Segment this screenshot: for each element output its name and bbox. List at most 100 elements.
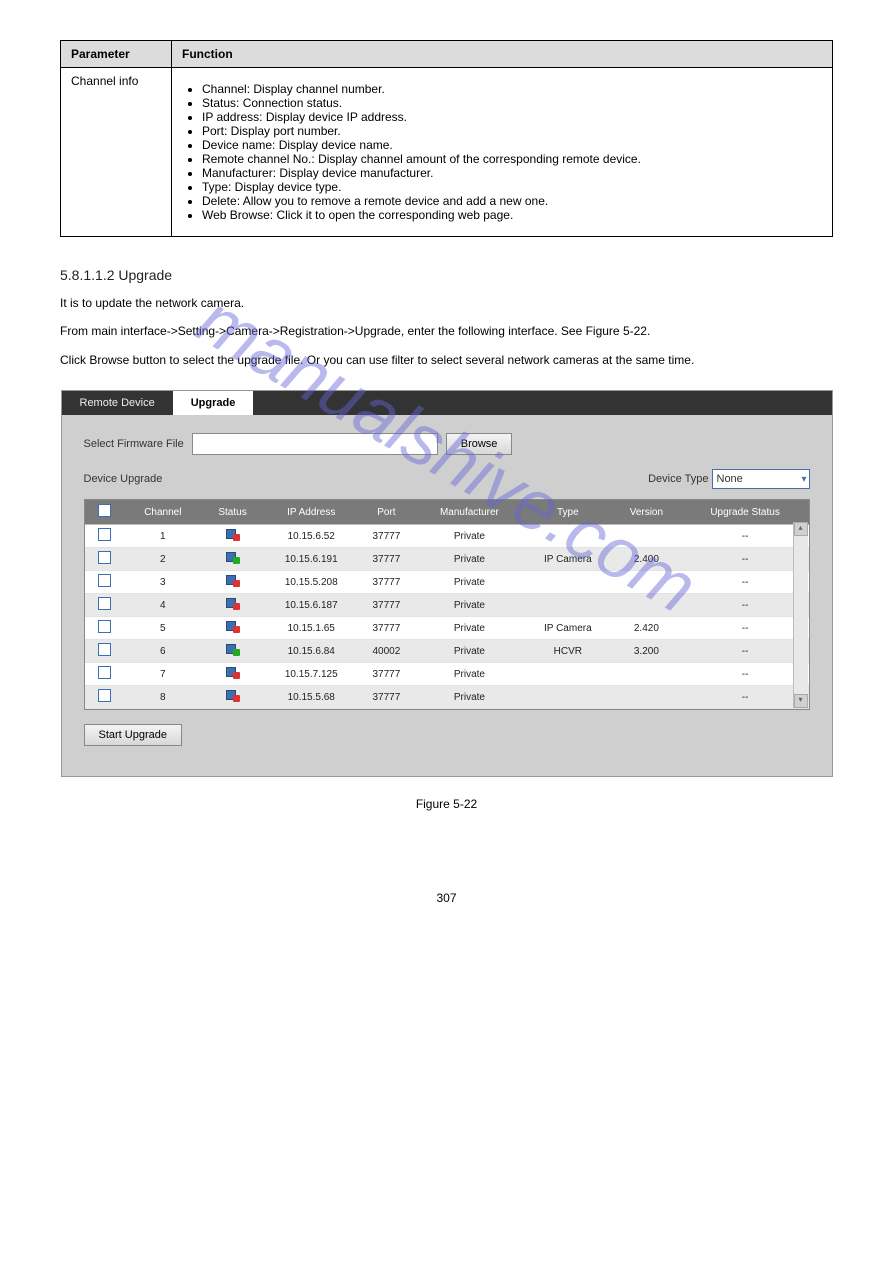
table-row: 410.15.6.18737777Private-- <box>85 594 809 617</box>
section-heading: 5.8.1.1.2 Upgrade <box>60 267 833 283</box>
cell-version <box>611 686 682 709</box>
browse-button[interactable]: Browse <box>446 433 513 455</box>
cell-type: IP Camera <box>525 548 612 571</box>
cell-port: 37777 <box>359 571 415 594</box>
cell-manufacturer: Private <box>414 617 524 640</box>
param-item: Remote channel No.: Display channel amou… <box>202 152 822 166</box>
table-row: 510.15.1.6537777PrivateIP Camera2.420-- <box>85 617 809 640</box>
param-item: IP address: Display device IP address. <box>202 110 822 124</box>
cell-type <box>525 525 612 548</box>
param-cell-desc: Channel: Display channel number. Status:… <box>172 68 833 237</box>
cell-manufacturer: Private <box>414 640 524 663</box>
cell-version: 2.400 <box>611 548 682 571</box>
status-icon <box>226 552 240 564</box>
cell-channel: 5 <box>125 617 202 640</box>
cell-upgrade-status: -- <box>682 548 809 571</box>
cell-version <box>611 594 682 617</box>
status-icon <box>226 644 240 656</box>
cell-upgrade-status: -- <box>682 525 809 548</box>
param-item: Status: Connection status. <box>202 96 822 110</box>
select-all-checkbox[interactable] <box>98 504 111 517</box>
row-checkbox[interactable] <box>98 551 111 564</box>
col-upgrade-status: Upgrade Status <box>682 500 809 525</box>
cell-channel: 6 <box>125 640 202 663</box>
param-item: Manufacturer: Display device manufacture… <box>202 166 822 180</box>
cell-status <box>201 663 264 686</box>
cell-upgrade-status: -- <box>682 640 809 663</box>
cell-port: 37777 <box>359 663 415 686</box>
param-item: Device name: Display device name. <box>202 138 822 152</box>
col-ipaddress: IP Address <box>264 500 359 525</box>
col-manufacturer: Manufacturer <box>414 500 524 525</box>
cell-manufacturer: Private <box>414 594 524 617</box>
scroll-up-icon[interactable]: ▴ <box>794 522 808 536</box>
cell-port: 37777 <box>359 686 415 709</box>
cell-upgrade-status: -- <box>682 663 809 686</box>
param-item: Type: Display device type. <box>202 180 822 194</box>
row-checkbox[interactable] <box>98 597 111 610</box>
select-firmware-label: Select Firmware File <box>84 438 184 450</box>
tab-bar: Remote Device Upgrade <box>62 391 832 415</box>
vertical-scrollbar[interactable]: ▴ ▾ <box>793 522 808 708</box>
row-checkbox[interactable] <box>98 620 111 633</box>
cell-ip: 10.15.5.208 <box>264 571 359 594</box>
cell-port: 37777 <box>359 594 415 617</box>
param-item: Port: Display port number. <box>202 124 822 138</box>
cell-type: IP Camera <box>525 617 612 640</box>
tab-remote-device[interactable]: Remote Device <box>62 391 173 415</box>
cell-ip: 10.15.6.84 <box>264 640 359 663</box>
device-type-select[interactable]: None ▾ <box>712 469 810 489</box>
row-checkbox[interactable] <box>98 666 111 679</box>
cell-type: HCVR <box>525 640 612 663</box>
cell-channel: 1 <box>125 525 202 548</box>
cell-upgrade-status: -- <box>682 571 809 594</box>
cell-ip: 10.15.1.65 <box>264 617 359 640</box>
cell-status <box>201 594 264 617</box>
chevron-down-icon: ▾ <box>801 474 806 485</box>
row-checkbox[interactable] <box>98 643 111 656</box>
device-upgrade-label: Device Upgrade <box>84 473 163 485</box>
status-icon <box>226 529 240 541</box>
cell-status <box>201 548 264 571</box>
cell-version: 3.200 <box>611 640 682 663</box>
cell-type <box>525 663 612 686</box>
cell-ip: 10.15.5.68 <box>264 686 359 709</box>
cell-channel: 8 <box>125 686 202 709</box>
cell-ip: 10.15.7.125 <box>264 663 359 686</box>
cell-port: 40002 <box>359 640 415 663</box>
cell-upgrade-status: -- <box>682 686 809 709</box>
firmware-file-input[interactable] <box>192 433 438 455</box>
start-upgrade-button[interactable]: Start Upgrade <box>84 724 182 746</box>
tab-upgrade[interactable]: Upgrade <box>173 391 254 415</box>
cell-status <box>201 640 264 663</box>
cell-status <box>201 525 264 548</box>
row-checkbox[interactable] <box>98 689 111 702</box>
col-status: Status <box>201 500 264 525</box>
body-paragraph: Click Browse button to select the upgrad… <box>60 350 833 370</box>
row-checkbox[interactable] <box>98 528 111 541</box>
cell-version <box>611 663 682 686</box>
status-icon <box>226 575 240 587</box>
table-row: 210.15.6.19137777PrivateIP Camera2.400-- <box>85 548 809 571</box>
param-header-function: Function <box>172 41 833 68</box>
cell-status <box>201 617 264 640</box>
scroll-down-icon[interactable]: ▾ <box>794 694 808 708</box>
cell-channel: 7 <box>125 663 202 686</box>
param-header-parameter: Parameter <box>61 41 172 68</box>
device-type-label: Device Type <box>648 473 708 485</box>
page-number: 307 <box>60 891 833 905</box>
upgrade-figure: Remote Device Upgrade Select Firmware Fi… <box>61 390 833 777</box>
row-checkbox[interactable] <box>98 574 111 587</box>
col-type: Type <box>525 500 612 525</box>
cell-manufacturer: Private <box>414 663 524 686</box>
cell-version: 2.420 <box>611 617 682 640</box>
status-icon <box>226 667 240 679</box>
param-item: Web Browse: Click it to open the corresp… <box>202 208 822 222</box>
cell-type <box>525 571 612 594</box>
cell-channel: 4 <box>125 594 202 617</box>
cell-port: 37777 <box>359 548 415 571</box>
cell-ip: 10.15.6.191 <box>264 548 359 571</box>
param-item: Delete: Allow you to remove a remote dev… <box>202 194 822 208</box>
status-icon <box>226 598 240 610</box>
device-grid: Channel Status IP Address Port Manufactu… <box>84 499 810 710</box>
